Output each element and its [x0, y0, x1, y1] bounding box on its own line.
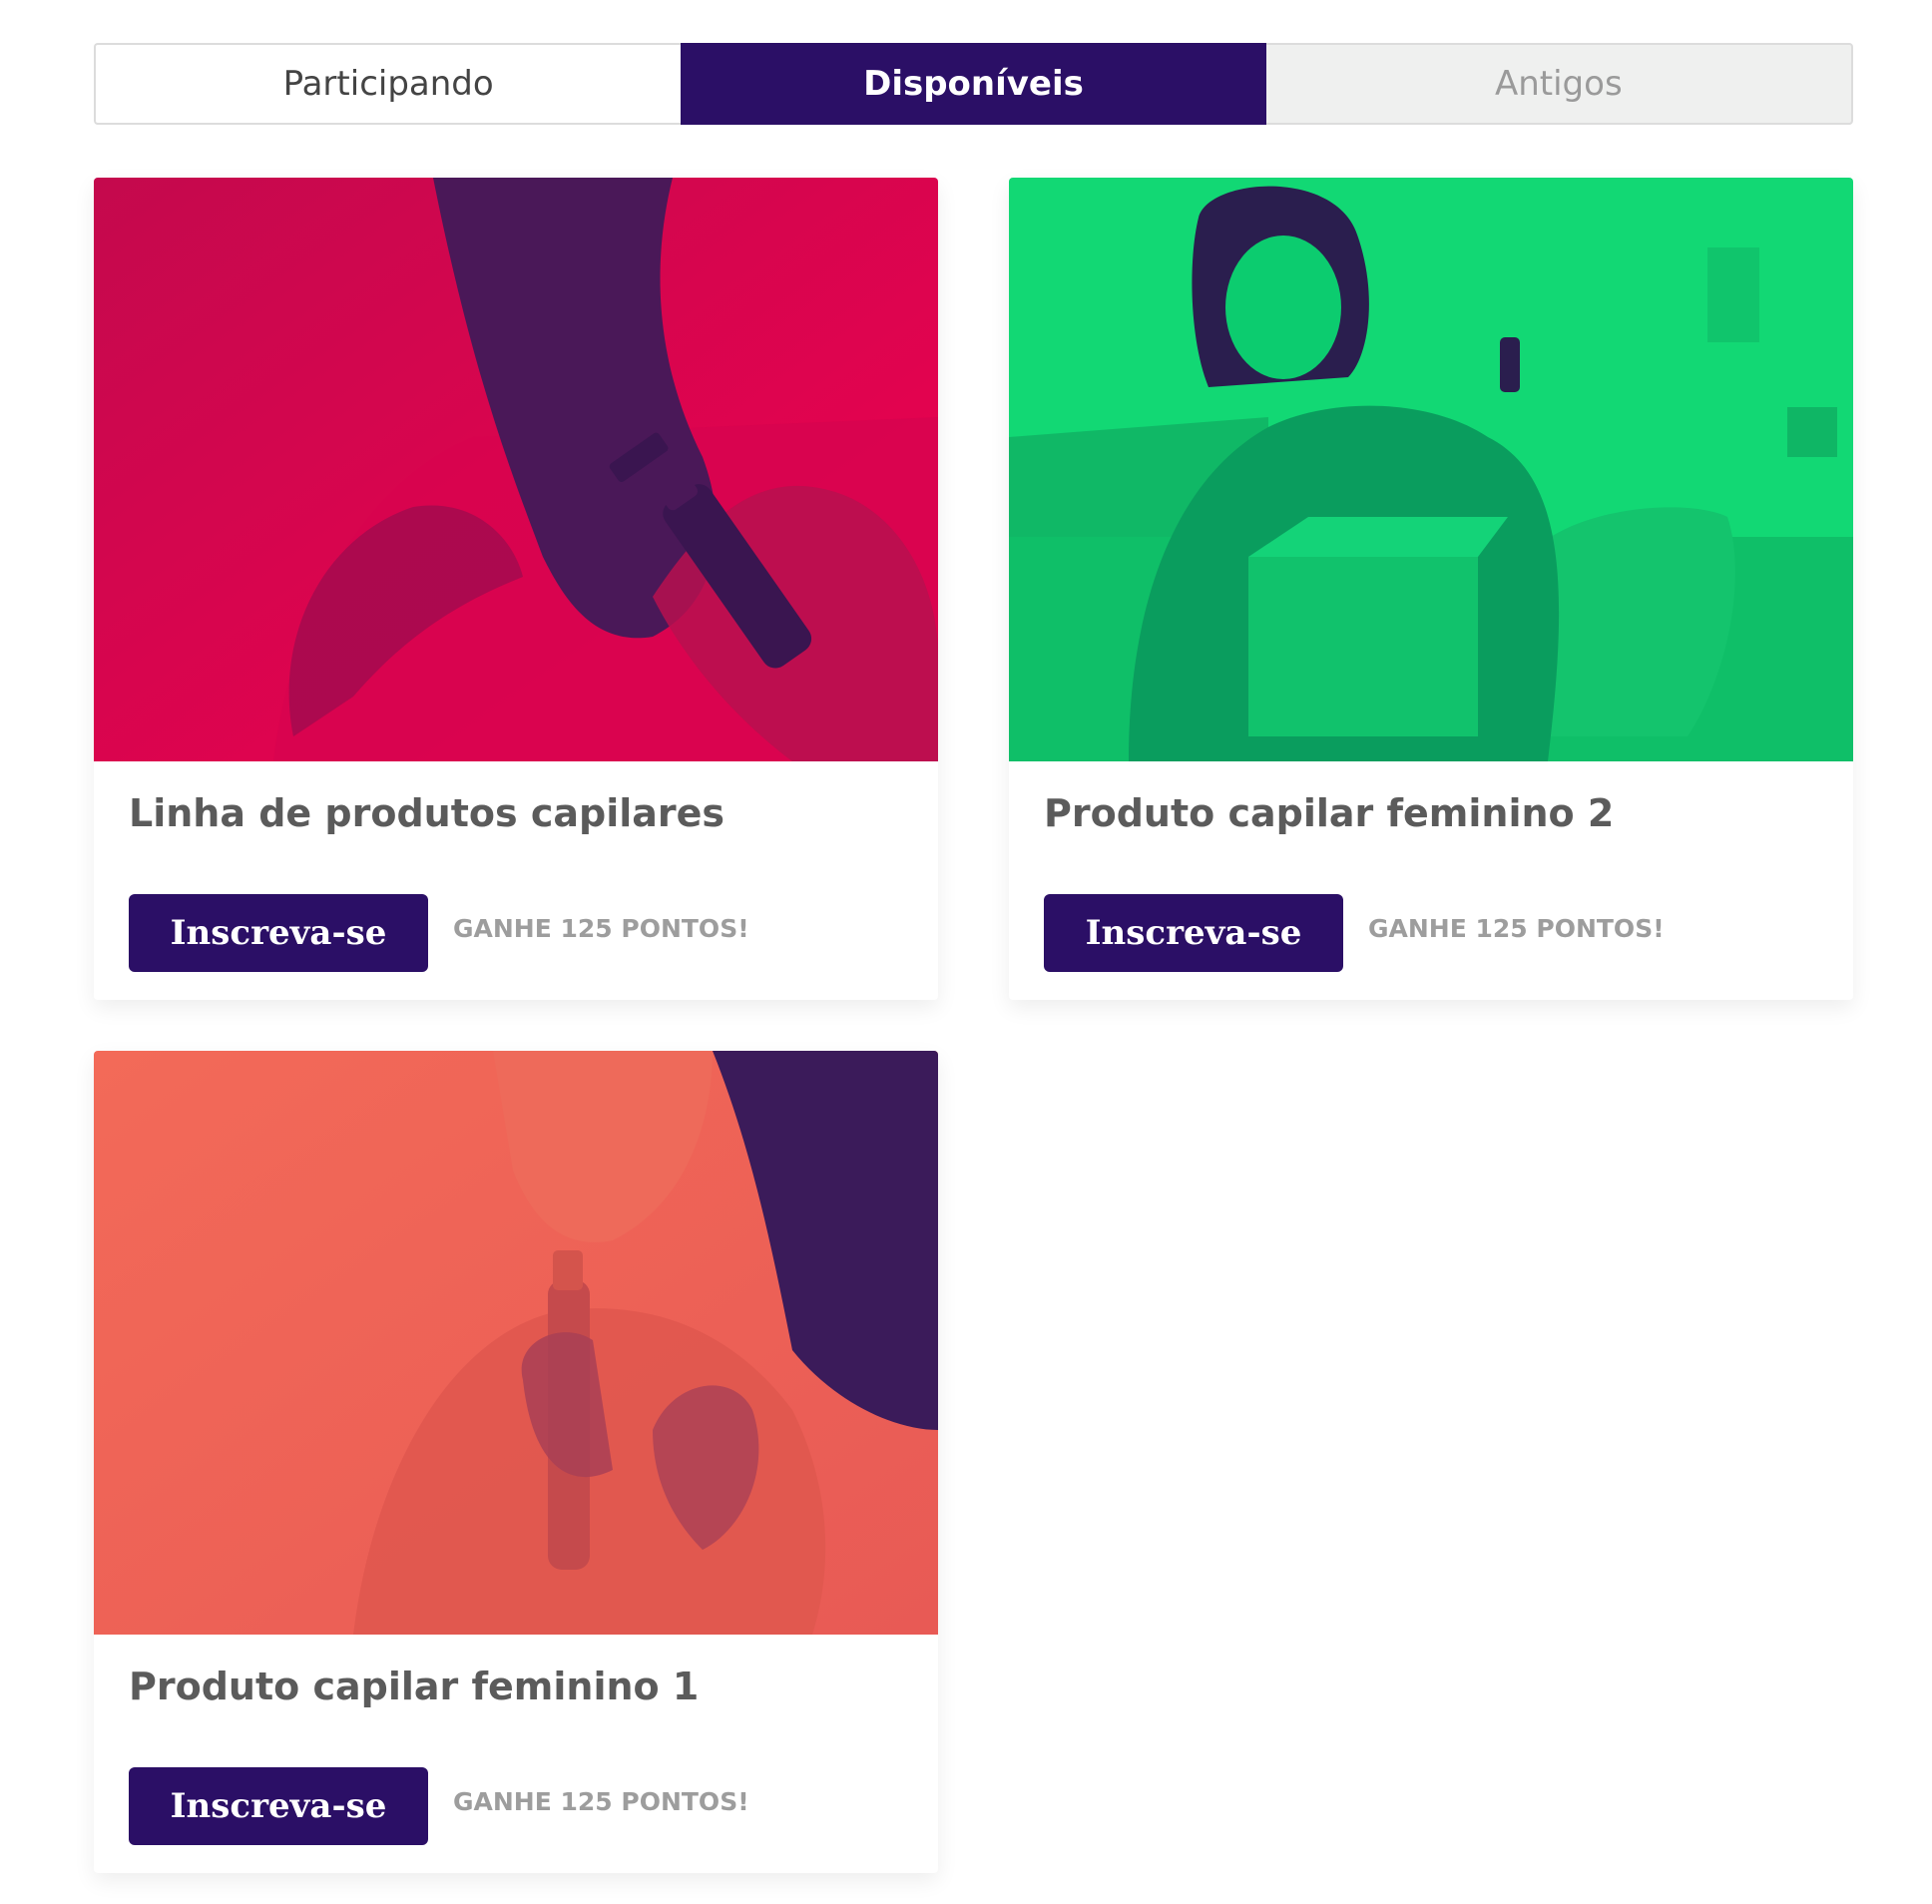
subscribe-button[interactable]: Inscreva-se [129, 1767, 428, 1845]
campaign-image [94, 1051, 938, 1635]
campaign-title: Linha de produtos capilares [129, 791, 725, 835]
campaign-card: Produto capilar feminino 1 Inscreva-se G… [94, 1051, 938, 1873]
hair-spray-photo [94, 178, 938, 761]
woman-spray-photo [94, 1051, 938, 1635]
card-body: Produto capilar feminino 1 Inscreva-se G… [94, 1635, 938, 1873]
campaign-card: Linha de produtos capilares Inscreva-se … [94, 178, 938, 1000]
points-reward-label: GANHE 125 PONTOS! [1368, 914, 1665, 943]
card-body: Produto capilar feminino 2 Inscreva-se G… [1009, 761, 1853, 1000]
campaign-card: Produto capilar feminino 2 Inscreva-se G… [1009, 178, 1853, 1000]
campaign-title: Produto capilar feminino 2 [1044, 791, 1615, 835]
tab-disponiveis[interactable]: Disponíveis [681, 43, 1266, 125]
points-reward-label: GANHE 125 PONTOS! [453, 914, 749, 943]
points-reward-label: GANHE 125 PONTOS! [453, 1787, 749, 1816]
campaign-title: Produto capilar feminino 1 [129, 1665, 700, 1708]
challenge-tabs: Participando Disponíveis Antigos [94, 43, 1853, 125]
subscribe-button[interactable]: Inscreva-se [1044, 894, 1343, 972]
tab-participando[interactable]: Participando [94, 43, 682, 125]
tab-antigos[interactable]: Antigos [1265, 43, 1853, 125]
campaign-image [1009, 178, 1853, 761]
subscribe-button[interactable]: Inscreva-se [129, 894, 428, 972]
campaign-image [94, 178, 938, 761]
card-body: Linha de produtos capilares Inscreva-se … [94, 761, 938, 1000]
unboxing-photo [1009, 178, 1853, 761]
